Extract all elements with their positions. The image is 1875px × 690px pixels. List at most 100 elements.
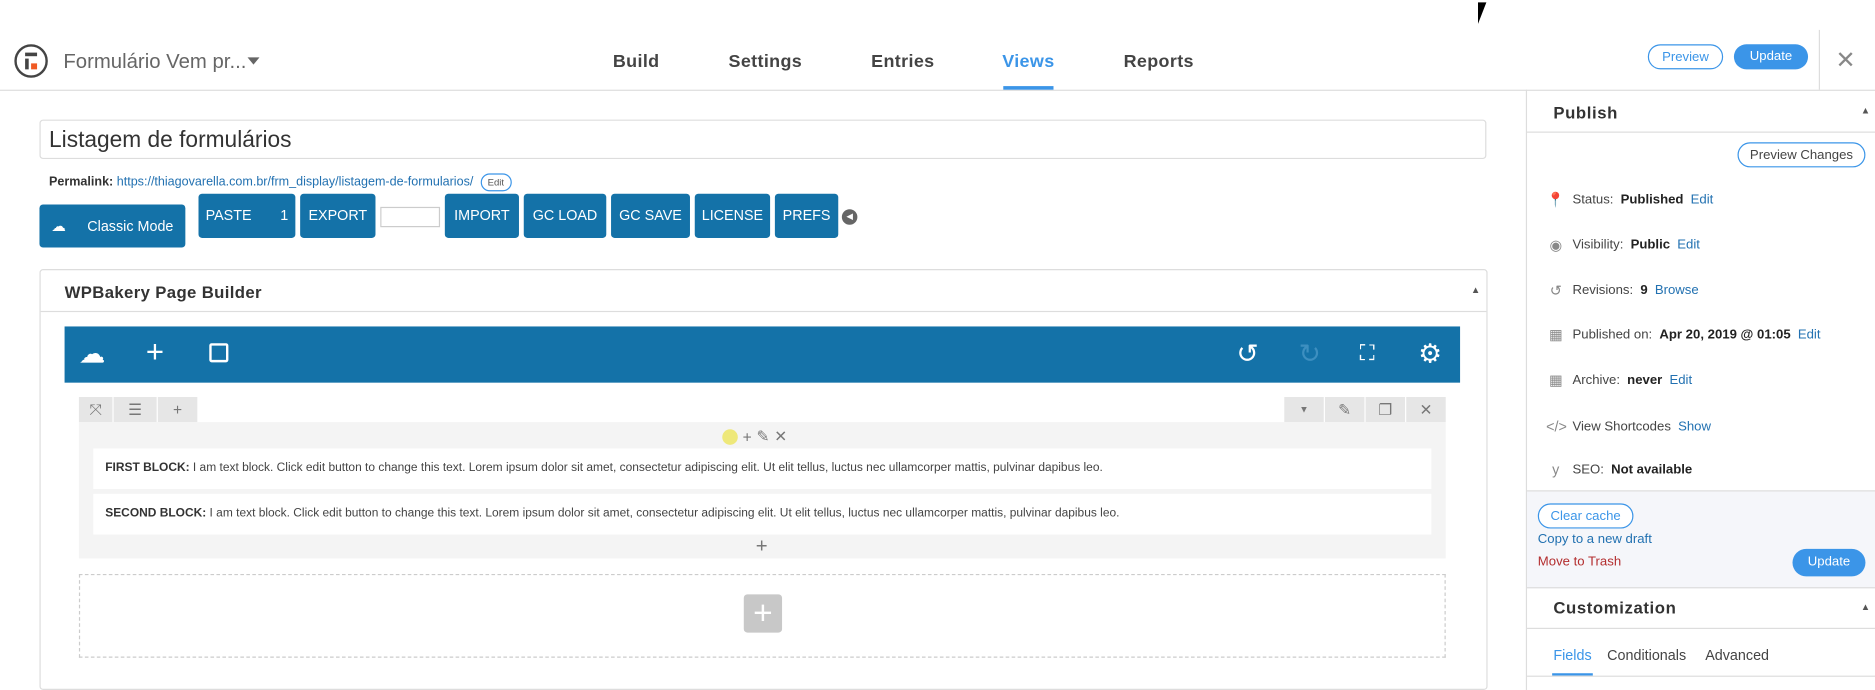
templates-icon[interactable] [209, 343, 229, 363]
block-label: SECOND BLOCK: [105, 507, 207, 521]
clear-cache-button[interactable]: Clear cache [1537, 503, 1634, 529]
settings-gear-icon[interactable]: ⚙ [1418, 338, 1442, 369]
license-button[interactable]: LICENSE [694, 193, 771, 238]
chevron-down-icon[interactable] [247, 57, 260, 65]
edit-status-link[interactable]: Edit [1691, 193, 1714, 207]
row-delete-icon[interactable]: ✕ [1406, 397, 1446, 423]
text-block[interactable]: SECOND BLOCK: I am text block. Click edi… [93, 493, 1432, 535]
close-icon[interactable]: ✕ [1836, 45, 1856, 75]
permalink: Permalink: https://thiagovarella.com.br/… [49, 173, 512, 192]
column-delete-icon[interactable]: ✕ [774, 427, 787, 446]
formidable-logo-icon[interactable] [14, 44, 48, 78]
paste-count: 1 [280, 206, 289, 224]
edit-visibility-link[interactable]: Edit [1677, 238, 1700, 252]
permalink-label: Permalink: [49, 174, 114, 189]
paste-button[interactable]: PASTE 1 [198, 193, 296, 238]
row-move-icon[interactable]: ⤧ [78, 397, 113, 423]
block-label: FIRST BLOCK: [105, 461, 190, 475]
tab-fields[interactable]: Fields [1553, 647, 1591, 664]
undo-icon[interactable]: ↺ [1236, 338, 1258, 369]
preview-changes-button[interactable]: Preview Changes [1737, 142, 1866, 168]
update-button[interactable]: Update [1733, 44, 1809, 70]
row-layout-icon[interactable]: ☰ [113, 397, 157, 423]
edit-archive-link[interactable]: Edit [1669, 373, 1692, 387]
tab-reports[interactable]: Reports [1124, 51, 1194, 71]
form-title[interactable]: Formulário Vem pr... [63, 50, 246, 74]
visibility-row: ◉ Visibility: Public Edit [1546, 236, 1700, 254]
divider [40, 310, 1487, 313]
divider [1527, 131, 1875, 133]
collapse-arrow-icon[interactable]: ◀ [841, 209, 858, 225]
collapse-icon[interactable]: ▲ [1861, 105, 1870, 116]
value: Published [1620, 192, 1684, 207]
add-element-button[interactable]: + [743, 594, 783, 633]
text-block[interactable]: FIRST BLOCK: I am text block. Click edit… [93, 448, 1432, 490]
fullscreen-icon[interactable]: ⛶ [1360, 341, 1375, 366]
customization-title: Customization [1553, 597, 1677, 618]
tab-build[interactable]: Build [613, 51, 660, 71]
permalink-trail: / [469, 174, 474, 189]
add-row-area: + [78, 573, 1446, 658]
divider [1527, 627, 1875, 629]
tab-entries[interactable]: Entries [871, 51, 934, 71]
panel-title: WPBakery Page Builder [64, 282, 262, 302]
move-to-trash-link[interactable]: Move to Trash [1538, 555, 1621, 569]
import-button[interactable]: IMPORT [444, 193, 519, 238]
calendar-icon: ▦ [1548, 326, 1563, 344]
show-shortcodes-link[interactable]: Show [1678, 420, 1711, 434]
export-button[interactable]: EXPORT [300, 193, 376, 238]
archive-row: ▦ Archive: never Edit [1546, 372, 1692, 389]
add-element-icon[interactable]: + [146, 334, 164, 371]
label: SEO: [1572, 462, 1604, 478]
divider [1527, 675, 1875, 677]
collapse-icon[interactable]: ▲ [1471, 285, 1480, 296]
column-drag-handle[interactable] [722, 428, 738, 445]
column-add-icon[interactable]: + [743, 427, 752, 445]
permalink-edit-button[interactable]: Edit [480, 173, 512, 192]
permalink-link[interactable]: https://thiagovarella.com.br/frm_display… [117, 175, 474, 189]
label: Status: [1572, 192, 1614, 207]
row-edit-icon[interactable]: ✎ [1324, 397, 1365, 423]
add-to-column-icon[interactable]: + [756, 535, 768, 559]
wpbakery-logo-icon: ☁ [51, 217, 66, 235]
view-title-input[interactable]: Listagem de formulários [39, 119, 1487, 160]
right-sidebar: Publish ▲ Preview Changes 📍 Status: Publis… [1525, 89, 1875, 690]
tab-views[interactable]: Views [1002, 51, 1054, 71]
label: Visibility: [1572, 237, 1624, 253]
gc-save-button[interactable]: GC SAVE [611, 193, 690, 238]
publish-actions: Clear cache Copy to a new draft Move to … [1527, 490, 1875, 589]
paste-label: PASTE [205, 206, 252, 224]
edit-date-link[interactable]: Edit [1798, 328, 1821, 342]
block-text: I am text block. Click edit button to ch… [206, 507, 1120, 521]
collapse-icon[interactable]: ▲ [1861, 601, 1870, 612]
classic-mode-label: Classic Mode [87, 217, 174, 235]
classic-mode-button[interactable]: ☁ Classic Mode [39, 204, 186, 248]
row-add-icon[interactable]: + [157, 397, 198, 423]
gc-load-button[interactable]: GC LOAD [523, 193, 607, 238]
code-icon: </> [1546, 418, 1567, 436]
update-button[interactable]: Update [1792, 548, 1866, 577]
pin-icon: 📍 [1546, 191, 1565, 209]
top-header: Formulário Vem pr... Build Settings Entr… [0, 0, 1875, 91]
tab-advanced[interactable]: Advanced [1705, 647, 1769, 664]
preview-button[interactable]: Preview [1647, 44, 1724, 70]
publish-title: Publish [1553, 102, 1618, 122]
value: Apr 20, 2019 @ 01:05 [1659, 327, 1791, 342]
row-toggle-icon[interactable]: ▼ [1284, 397, 1324, 423]
column-edit-icon[interactable]: ✎ [756, 427, 769, 446]
value: Public [1630, 237, 1671, 253]
row-clone-icon[interactable]: ❐ [1365, 397, 1406, 423]
eye-icon: ◉ [1549, 236, 1562, 254]
permalink-base: https://thiagovarella.com.br/frm_display… [116, 174, 339, 189]
wpbakery-logo-icon[interactable]: ☁ [79, 338, 105, 369]
copy-draft-link[interactable]: Copy to a new draft [1538, 532, 1652, 546]
browse-revisions-link[interactable]: Browse [1655, 283, 1699, 297]
history-icon: ↺ [1549, 282, 1562, 299]
tab-settings[interactable]: Settings [728, 51, 802, 71]
import-input[interactable] [380, 206, 441, 228]
value: never [1627, 373, 1663, 388]
calendar-icon: ▦ [1548, 371, 1563, 389]
prefs-button[interactable]: PREFS [774, 193, 839, 238]
tab-conditionals[interactable]: Conditionals [1607, 647, 1686, 664]
label: Revisions: [1572, 283, 1634, 298]
